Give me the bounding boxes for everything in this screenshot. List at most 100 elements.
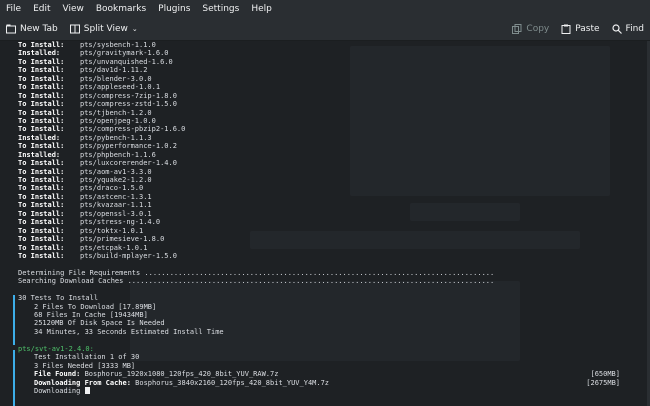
install-package: pts/draco-1.5.0 (80, 184, 144, 193)
install-status: To Install: (18, 74, 65, 83)
file-found-label: File Found: (34, 370, 81, 379)
install-package: pts/openjpeg-1.0.0 (80, 116, 156, 125)
download-cache-line: Downloading From Cache: Bosphorus_3840x2… (0, 379, 650, 387)
searching-line: Searching Download Caches ..............… (18, 277, 495, 286)
install-list-item: Installed: pts/gravitymark-1.6.0 (0, 49, 650, 57)
install-list-item: To Install: pts/unvanquished-1.6.0 (0, 58, 650, 66)
install-package: pts/yquake2-1.2.0 (80, 176, 152, 184)
split-view-label: Split View (83, 24, 128, 34)
install-package: pts/phpbench-1.1.6 (80, 150, 156, 159)
downloading-text: Downloading (34, 386, 81, 395)
install-package: pts/dav1d-1.11.2 (80, 66, 148, 75)
menu-view[interactable]: View (57, 0, 90, 18)
install-list-item: To Install: pts/dav1d-1.11.2 (0, 66, 650, 74)
menu-settings[interactable]: Settings (196, 0, 245, 18)
install-status: To Install: (18, 176, 65, 184)
install-list-item: To Install: pts/sysbench-1.1.0 (0, 41, 650, 49)
install-status: To Install: (18, 209, 65, 218)
summary-title: 30 Tests To Install (18, 294, 99, 303)
terminal-line: 3 Files Needed [3333 MB] (0, 362, 650, 370)
split-view-button[interactable]: Split View ⌄ (64, 18, 144, 40)
split-view-icon (69, 24, 80, 34)
paste-icon (561, 24, 571, 34)
install-package: pts/appleseed-1.0.1 (80, 83, 161, 92)
output-marker (13, 350, 15, 406)
menu-bar: File Edit View Bookmarks Plugins Settings Help (0, 0, 650, 18)
install-status: To Install: (18, 100, 65, 109)
install-package: pts/unvanquished-1.6.0 (80, 57, 173, 66)
output-marker (13, 295, 15, 345)
install-list-item: To Install: pts/build-mplayer-1.5.0 (0, 252, 650, 260)
install-status: To Install: (18, 41, 65, 49)
install-progress-line: Test Installation 1 of 30 (34, 353, 140, 362)
install-list-item: To Install: pts/toktx-1.0.1 (0, 227, 650, 235)
file-found-size: [650MB] (590, 370, 620, 379)
install-status: To Install: (18, 108, 65, 117)
install-list-item: To Install: pts/primesieve-1.8.0 (0, 235, 650, 243)
current-test-name: pts/svt-av1-2.4.0: (18, 344, 94, 353)
install-status: To Install: (18, 201, 65, 210)
terminal-line: 34 Minutes, 33 Seconds Estimated Install… (0, 328, 650, 336)
install-status: To Install: (18, 142, 65, 151)
file-found-line: File Found: Bosphorus_1920x1080_120fps_4… (0, 370, 650, 378)
summary-line: 2 Files To Download [17.89MB] (34, 302, 157, 311)
terminal-line: Searching Download Caches ..............… (0, 277, 650, 285)
install-status: To Install: (18, 226, 65, 235)
install-package: pts/etcpak-1.0.1 (80, 243, 148, 252)
install-list-item: To Install: pts/blender-3.0.0 (0, 75, 650, 83)
install-package: pts/astcenc-1.3.1 (80, 192, 152, 201)
menu-file[interactable]: File (0, 0, 27, 18)
paste-button[interactable]: Paste (555, 18, 605, 40)
new-tab-button[interactable]: New Tab (0, 18, 64, 40)
install-status: Installed: (18, 133, 61, 142)
toolbar: New Tab Split View ⌄ Copy Paste Find (0, 18, 650, 41)
copy-icon (512, 24, 522, 34)
install-package: pts/pybench-1.1.3 (80, 133, 152, 142)
file-found-name: Bosphorus_1920x1080_120fps_420_8bit_YUV_… (84, 370, 279, 379)
install-list-item: To Install: pts/draco-1.5.0 (0, 184, 650, 192)
install-list-item: To Install: pts/stress-ng-1.4.0 (0, 218, 650, 226)
install-status: To Install: (18, 159, 65, 168)
terminal-line: 68 Files In Cache [19434MB] (0, 311, 650, 319)
install-list-item: To Install: pts/luxcorerender-1.4.0 (0, 159, 650, 167)
terminal-line: Determining File Requirements ..........… (0, 269, 650, 277)
install-package: pts/build-mplayer-1.5.0 (80, 251, 177, 260)
install-status: To Install: (18, 235, 65, 244)
new-tab-label: New Tab (20, 24, 58, 34)
install-list-item: To Install: pts/aom-av1-3.3.0 (0, 168, 650, 176)
install-package: pts/compress-pbzip2-1.6.0 (80, 125, 186, 134)
download-cache-size: [2675MB] (586, 378, 620, 387)
terminal-line: 30 Tests To Install (0, 294, 650, 302)
install-status: To Install: (18, 66, 65, 75)
find-button[interactable]: Find (606, 18, 650, 40)
find-label: Find (625, 24, 644, 34)
install-status: To Install: (18, 116, 65, 125)
summary-line: 68 Files In Cache [19434MB] (34, 311, 148, 319)
menu-edit[interactable]: Edit (27, 0, 56, 18)
terminal-line: Test Installation 1 of 30 (0, 353, 650, 361)
install-list-item: Installed: pts/pybench-1.1.3 (0, 134, 650, 142)
install-list-item: To Install: pts/openjpeg-1.0.0 (0, 117, 650, 125)
install-package: pts/luxcorerender-1.4.0 (80, 159, 177, 168)
install-package: pts/aom-av1-3.3.0 (80, 167, 152, 176)
chevron-down-icon: ⌄ (131, 25, 138, 33)
install-package: pts/blender-3.0.0 (80, 74, 152, 83)
menu-help[interactable]: Help (245, 0, 278, 18)
copy-button[interactable]: Copy (506, 18, 555, 40)
install-status: To Install: (18, 243, 65, 252)
install-list-item: To Install: pts/openssl-3.0.1 (0, 210, 650, 218)
install-package: pts/toktx-1.0.1 (80, 226, 144, 235)
terminal-line: pts/svt-av1-2.4.0: (0, 345, 650, 353)
summary-line: 25120MB Of Disk Space Is Needed (34, 319, 165, 328)
menu-bookmarks[interactable]: Bookmarks (90, 0, 152, 18)
terminal-view[interactable]: To Install: pts/sysbench-1.1.0 Installed: p… (0, 41, 650, 406)
install-package: pts/openssl-3.0.1 (80, 209, 152, 218)
install-package: pts/primesieve-1.8.0 (80, 235, 165, 244)
install-package: pts/sysbench-1.1.0 (80, 41, 156, 49)
download-cache-file: Bosphorus_3840x2160_120fps_420_8bit_YUV_… (135, 378, 330, 387)
terminal-output: To Install: pts/sysbench-1.1.0 Installed: p… (0, 41, 650, 395)
menu-plugins[interactable]: Plugins (152, 0, 196, 18)
